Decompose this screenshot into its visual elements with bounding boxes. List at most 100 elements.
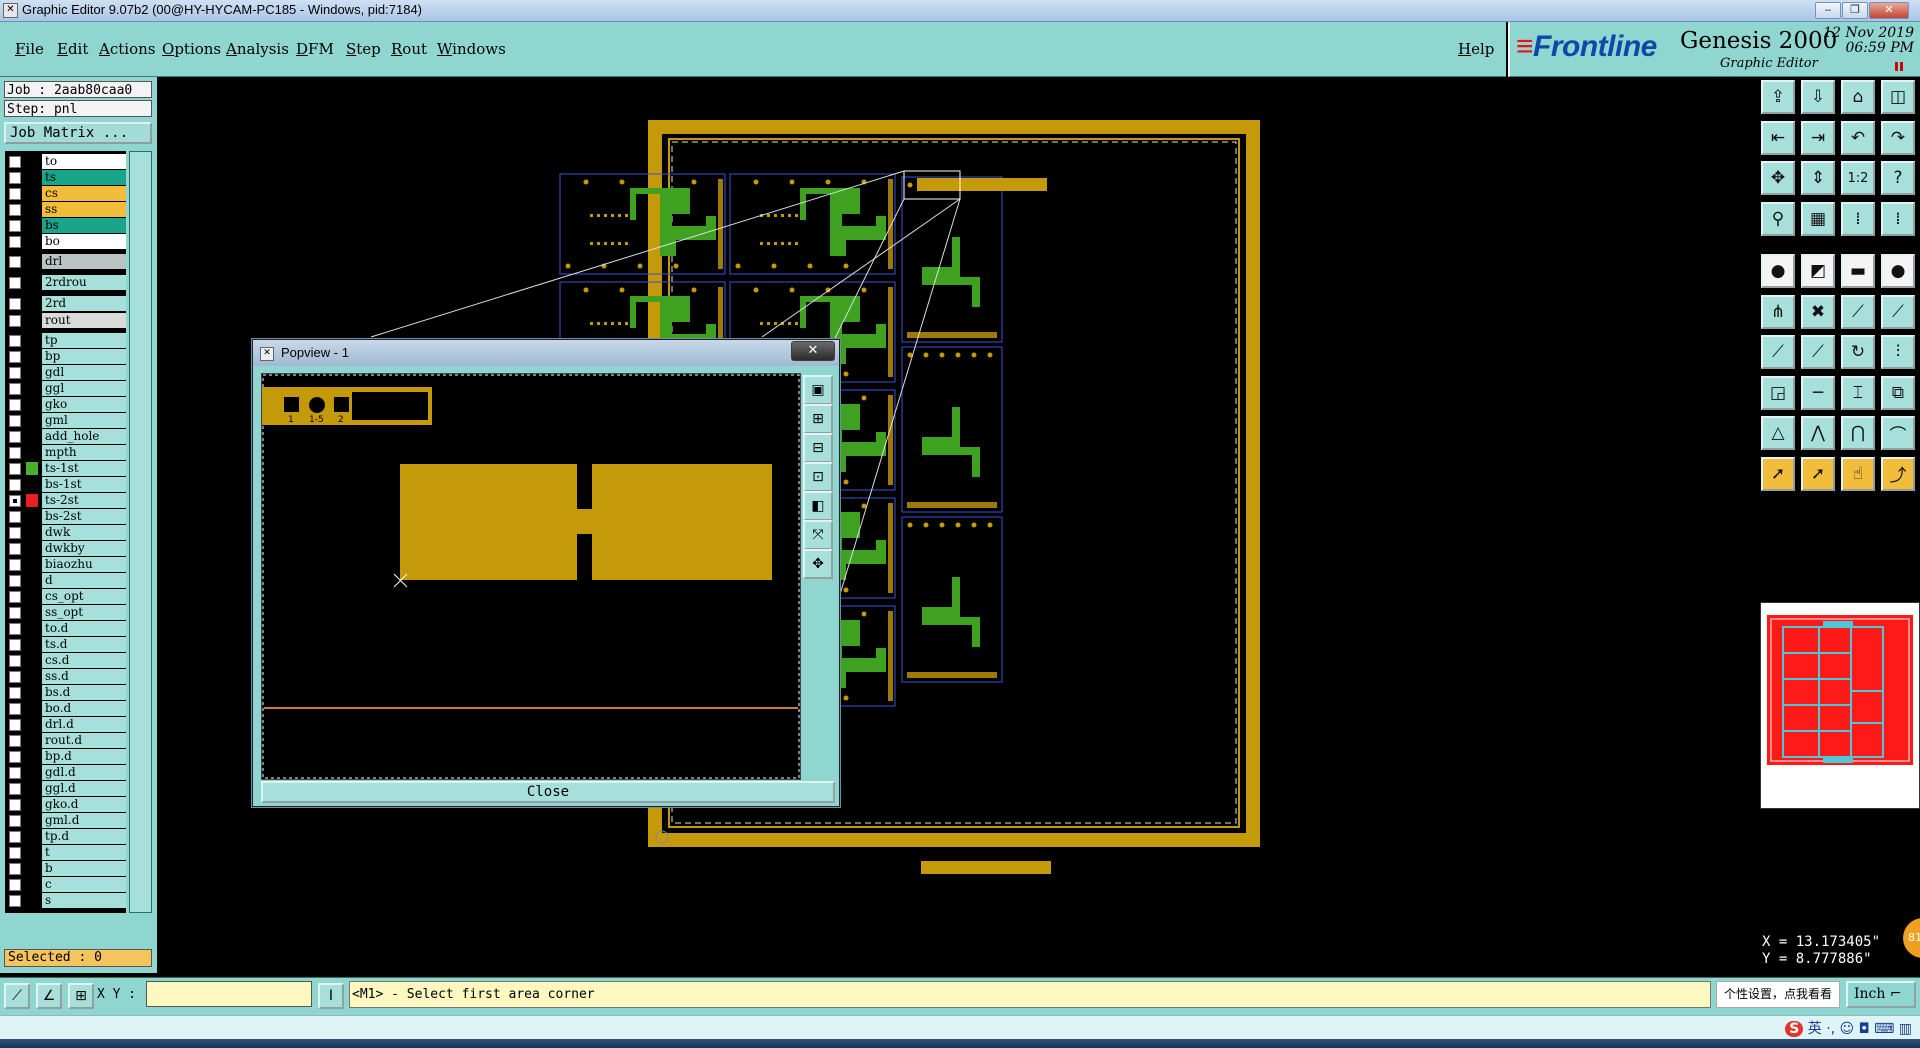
layer-name[interactable]: ss <box>42 202 126 217</box>
colors-icon[interactable]: ⁞ <box>1881 201 1915 236</box>
layer-row[interactable]: bs-1st <box>5 477 126 493</box>
layer-checkbox[interactable] <box>9 735 21 747</box>
layer-name[interactable]: gml <box>42 413 126 428</box>
job-matrix-button[interactable]: Job Matrix ... <box>4 122 152 144</box>
layer-row[interactable]: t <box>5 845 126 861</box>
layer-row[interactable]: tp <box>5 333 126 349</box>
link-icon[interactable]: ⟋ <box>1881 294 1915 329</box>
layer-row[interactable]: ts.d <box>5 637 126 653</box>
route-icon[interactable]: ⤴ <box>1881 456 1915 491</box>
menu-windows[interactable]: Windows <box>437 40 506 58</box>
fit-icon[interactable]: ⤧ <box>803 520 833 550</box>
layer-name[interactable]: gdl <box>42 365 126 380</box>
select-icon[interactable]: ➚ <box>1801 456 1835 491</box>
layer-checkbox[interactable] <box>9 383 21 395</box>
menu-analysis[interactable]: Analysis <box>226 40 289 58</box>
layer-checkbox[interactable] <box>9 575 21 587</box>
layer-checkbox[interactable] <box>9 527 21 539</box>
layer-checkbox[interactable] <box>9 298 21 310</box>
dot-icon[interactable]: ● <box>1881 254 1915 288</box>
layer-checkbox[interactable] <box>9 315 21 327</box>
layer-name[interactable]: bs-2st <box>42 509 126 524</box>
popview-close-button[interactable]: Close <box>261 781 835 803</box>
layer-checkbox[interactable] <box>9 335 21 347</box>
popview-titlebar[interactable]: ✕ Popview - 1 ✕ <box>253 340 839 366</box>
layer-name[interactable]: rout.d <box>42 733 126 748</box>
layer-name[interactable]: t <box>42 845 126 860</box>
layer-checkbox[interactable] <box>9 256 21 268</box>
layer-name[interactable]: drl.d <box>42 717 126 732</box>
layer-checkbox[interactable] <box>9 847 21 859</box>
layer-checkbox[interactable] <box>9 479 21 491</box>
layer-checkbox[interactable] <box>9 783 21 795</box>
touch-icon[interactable]: ☝ <box>1841 456 1875 491</box>
layer-name[interactable]: d <box>42 573 126 588</box>
layer-checkbox[interactable] <box>9 607 21 619</box>
redo-icon[interactable]: ↷ <box>1881 120 1915 155</box>
layer-name[interactable]: c <box>42 877 126 892</box>
export-icon[interactable]: ⇥ <box>1801 120 1835 155</box>
layer-name[interactable]: cs_opt <box>42 589 126 604</box>
layer-row[interactable]: bp <box>5 349 126 365</box>
undo-icon[interactable]: ↶ <box>1841 120 1875 155</box>
layer-row[interactable]: rout.d <box>5 733 126 749</box>
arch-icon[interactable]: ⌒ <box>1881 416 1915 450</box>
layer-row[interactable]: ss_opt <box>5 605 126 621</box>
layer-row[interactable]: ggl <box>5 381 126 397</box>
layer-row[interactable]: to.d <box>5 621 126 637</box>
layer-row[interactable]: tp.d <box>5 829 126 845</box>
menu-actions[interactable]: Actions <box>99 40 155 58</box>
layer-checkbox[interactable] <box>9 463 21 475</box>
layer-row[interactable]: add_hole <box>5 429 126 445</box>
popview-close-x-button[interactable]: ✕ <box>791 341 835 361</box>
layer-name[interactable]: tp.d <box>42 829 126 844</box>
layer-row[interactable]: 2rdrou <box>5 275 126 291</box>
layer-name[interactable]: add_hole <box>42 429 126 444</box>
panel-overview-map[interactable] <box>1760 602 1920 809</box>
layer-checkbox[interactable] <box>9 156 21 168</box>
layer-checkbox[interactable] <box>9 591 21 603</box>
layer-name[interactable]: tp <box>42 333 126 348</box>
zoom-center-icon[interactable]: ⇕ <box>1801 161 1835 195</box>
layer-row[interactable]: to <box>5 154 126 170</box>
layer-name[interactable]: bo <box>42 234 126 249</box>
measure-mode-icon[interactable]: ∠ <box>36 983 62 1009</box>
layer-name[interactable]: gko <box>42 397 126 412</box>
layer-checkbox[interactable] <box>9 863 21 875</box>
layer-row[interactable]: gko <box>5 397 126 413</box>
pad-icon[interactable]: ● <box>1761 254 1795 288</box>
layer-name[interactable]: ggl <box>42 381 126 396</box>
copy-icon[interactable]: ⧉ <box>1881 375 1915 410</box>
layer-row[interactable]: dwkby <box>5 541 126 557</box>
layer-row[interactable]: bo.d <box>5 701 126 717</box>
layer-row[interactable]: gdl <box>5 365 126 381</box>
layer-checkbox[interactable] <box>9 277 21 289</box>
ratio-icon[interactable]: 1:2 <box>1841 161 1875 195</box>
layer-row[interactable]: ts <box>5 170 126 186</box>
layer-row[interactable]: drl.d <box>5 717 126 733</box>
layer-checkbox[interactable] <box>9 367 21 379</box>
menu-rout[interactable]: Rout <box>391 40 427 58</box>
layer-name[interactable]: drl <box>42 254 126 269</box>
layer-row[interactable]: c <box>5 877 126 893</box>
import-icon[interactable]: ⇤ <box>1761 120 1795 155</box>
tip-popup[interactable]: 个性设置，点我看看 <box>1716 981 1840 1008</box>
layer-name[interactable]: ts.d <box>42 637 126 652</box>
pointer-icon[interactable]: ➚ <box>1761 456 1795 491</box>
layer-row[interactable]: gdl.d <box>5 765 126 781</box>
layer-name[interactable]: bs.d <box>42 685 126 700</box>
close-window-button[interactable]: ✕ <box>1869 2 1909 19</box>
layer-name[interactable]: gdl.d <box>42 765 126 780</box>
layer-row[interactable]: dwk <box>5 525 126 541</box>
layer-name[interactable]: s <box>42 893 126 908</box>
cross-icon[interactable]: ✖ <box>1801 294 1835 329</box>
menu-file[interactable]: File <box>15 40 44 58</box>
layer-checkbox[interactable] <box>9 236 21 248</box>
layer-checkbox[interactable] <box>9 351 21 363</box>
layer-checkbox[interactable] <box>9 751 21 763</box>
layer-name[interactable]: bs <box>42 218 126 233</box>
layer-row[interactable]: ts-2st <box>5 493 126 509</box>
layer-checkbox[interactable] <box>9 671 21 683</box>
layer-checkbox[interactable] <box>9 879 21 891</box>
layer-checkbox[interactable] <box>9 431 21 443</box>
